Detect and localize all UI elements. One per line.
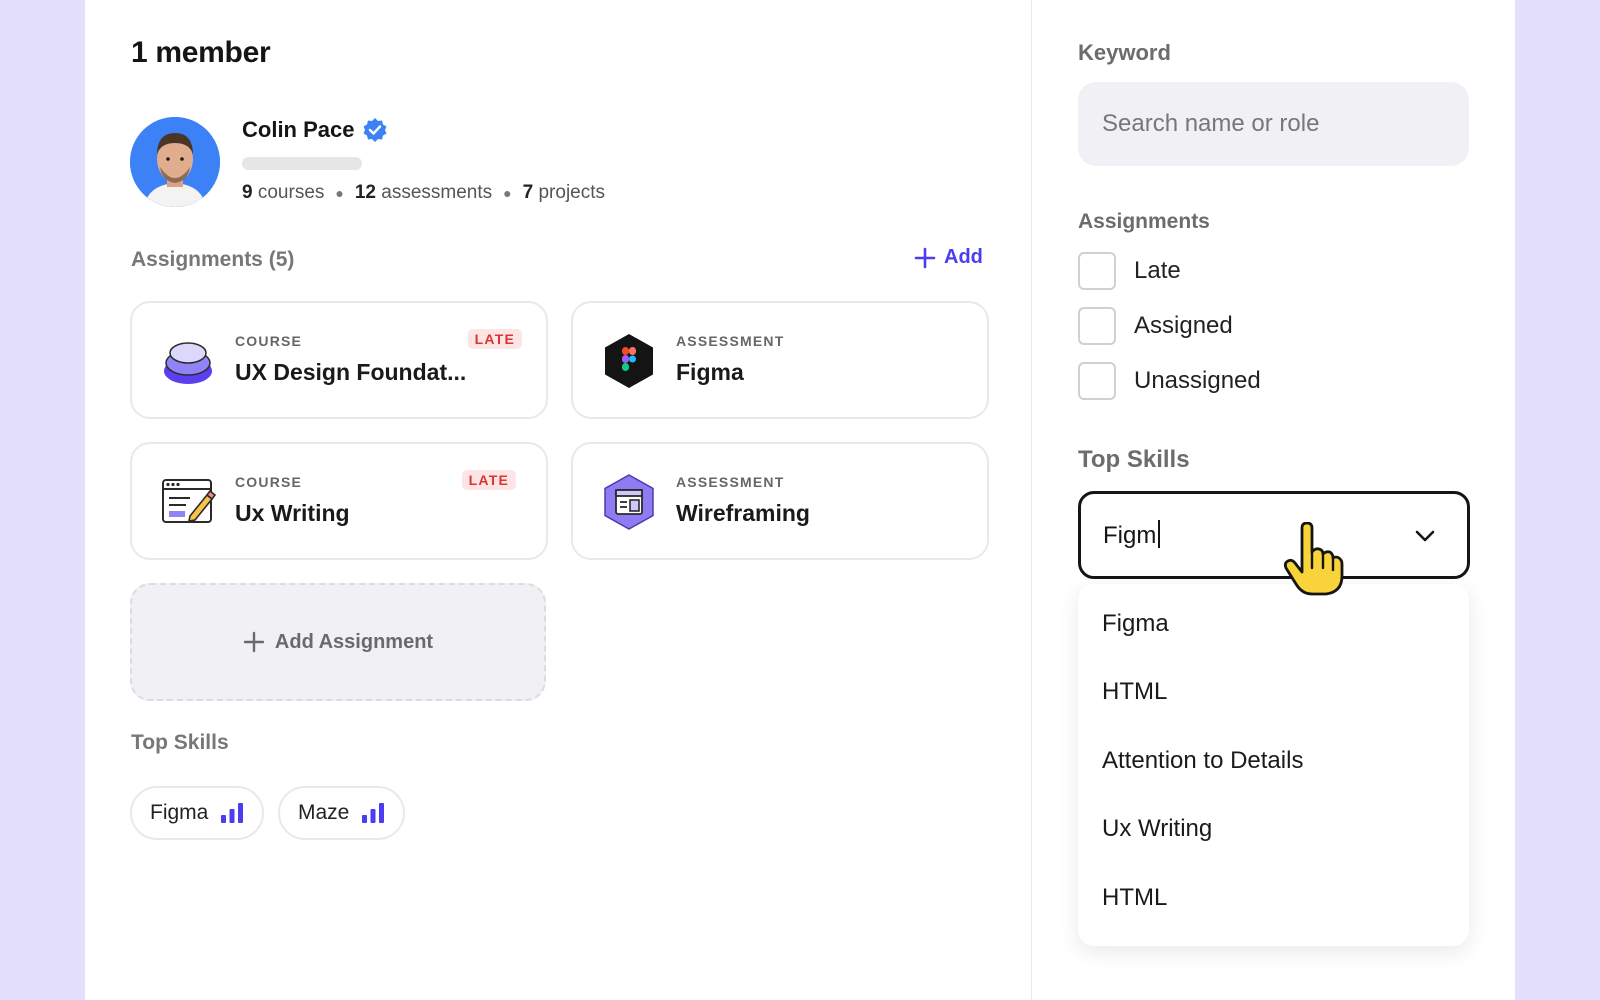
add-assignment-button[interactable]: Add Assignment (130, 583, 546, 701)
checkbox[interactable] (1078, 362, 1116, 400)
chevron-down-icon[interactable] (1413, 524, 1437, 548)
skill-label: Figma (150, 801, 209, 824)
separator-dot: ● (335, 185, 344, 201)
assignment-title: Ux Writing (235, 500, 350, 526)
top-skills-title: Top Skills (131, 731, 229, 754)
role-placeholder-bar (242, 157, 362, 170)
panel-divider (1031, 0, 1032, 1000)
skills-dropdown-menu: Figma HTML Attention to Details Ux Writi… (1078, 584, 1469, 946)
skills-input-value[interactable]: Figm (1103, 520, 1160, 550)
assignment-card[interactable]: COURSE UX Design Foundat... LATE (130, 301, 548, 419)
member-name-row: Colin Pace (242, 117, 388, 143)
checkbox-label: Unassigned (1134, 367, 1261, 394)
assignment-kind: ASSESSMENT (676, 333, 785, 349)
wireframe-icon (604, 474, 654, 530)
separator-dot: ● (503, 185, 512, 201)
checkbox-label: Assigned (1134, 312, 1233, 339)
skill-pill[interactable]: Figma (130, 786, 265, 840)
member-name[interactable]: Colin Pace (242, 117, 354, 143)
hand-cursor-icon (1283, 522, 1344, 596)
dropdown-option[interactable]: HTML (1102, 678, 1167, 706)
writing-icon (162, 479, 216, 523)
verified-badge-icon (363, 118, 387, 142)
late-badge: LATE (467, 329, 522, 349)
assignment-title: UX Design Foundat... (235, 359, 467, 385)
skill-pill[interactable]: Maze (278, 786, 406, 840)
assignment-kind: COURSE (235, 333, 303, 349)
plus-icon (914, 247, 936, 268)
stat-courses: 9 courses (242, 182, 325, 203)
checkbox[interactable] (1078, 252, 1116, 290)
plus-icon (243, 631, 265, 653)
assignment-title: Wireframing (676, 500, 810, 526)
top-skills-filter-label: Top Skills (1078, 446, 1190, 473)
stat-assessments: 12 assessments (354, 182, 493, 203)
late-badge: LATE (461, 470, 516, 490)
assignment-card[interactable]: ASSESSMENT Figma (571, 301, 989, 419)
add-assignment-link[interactable]: Add (914, 246, 983, 269)
stat-projects: 7 projects (522, 182, 606, 203)
filter-unassigned-checkbox[interactable]: Unassigned (1078, 362, 1261, 400)
skill-label: Maze (298, 801, 350, 824)
assignments-filter-label: Assignments (1078, 210, 1210, 233)
assignments-title: Assignments (5) (131, 248, 295, 271)
figma-icon (605, 334, 653, 388)
layers-icon (164, 342, 212, 384)
assignment-card[interactable]: COURSE Ux Writing LATE (130, 442, 548, 560)
keyword-label: Keyword (1078, 40, 1171, 65)
dropdown-option[interactable]: Figma (1102, 610, 1169, 638)
member-count-title: 1 member (131, 36, 271, 69)
search-input[interactable] (1078, 82, 1469, 166)
checkbox[interactable] (1078, 307, 1116, 345)
skill-level-icon (362, 803, 385, 823)
skills-combobox[interactable]: Figm (1078, 491, 1470, 579)
assignment-kind: ASSESSMENT (676, 474, 785, 490)
member-stats: 9 courses ● 12 assessments ● 7 projects (242, 182, 605, 204)
checkbox-label: Late (1134, 257, 1181, 284)
assignment-card[interactable]: ASSESSMENT Wireframing (571, 442, 989, 560)
avatar[interactable] (130, 117, 220, 207)
assignment-kind: COURSE (235, 474, 303, 490)
filter-late-checkbox[interactable]: Late (1078, 252, 1181, 290)
skill-level-icon (221, 803, 244, 823)
filter-assigned-checkbox[interactable]: Assigned (1078, 307, 1233, 345)
dropdown-option[interactable]: HTML (1102, 884, 1167, 912)
add-assignment-label: Add Assignment (274, 630, 434, 653)
dropdown-option[interactable]: Ux Writing (1102, 815, 1212, 843)
add-label: Add (944, 246, 983, 268)
dropdown-option[interactable]: Attention to Details (1102, 747, 1303, 775)
assignment-title: Figma (676, 359, 744, 385)
